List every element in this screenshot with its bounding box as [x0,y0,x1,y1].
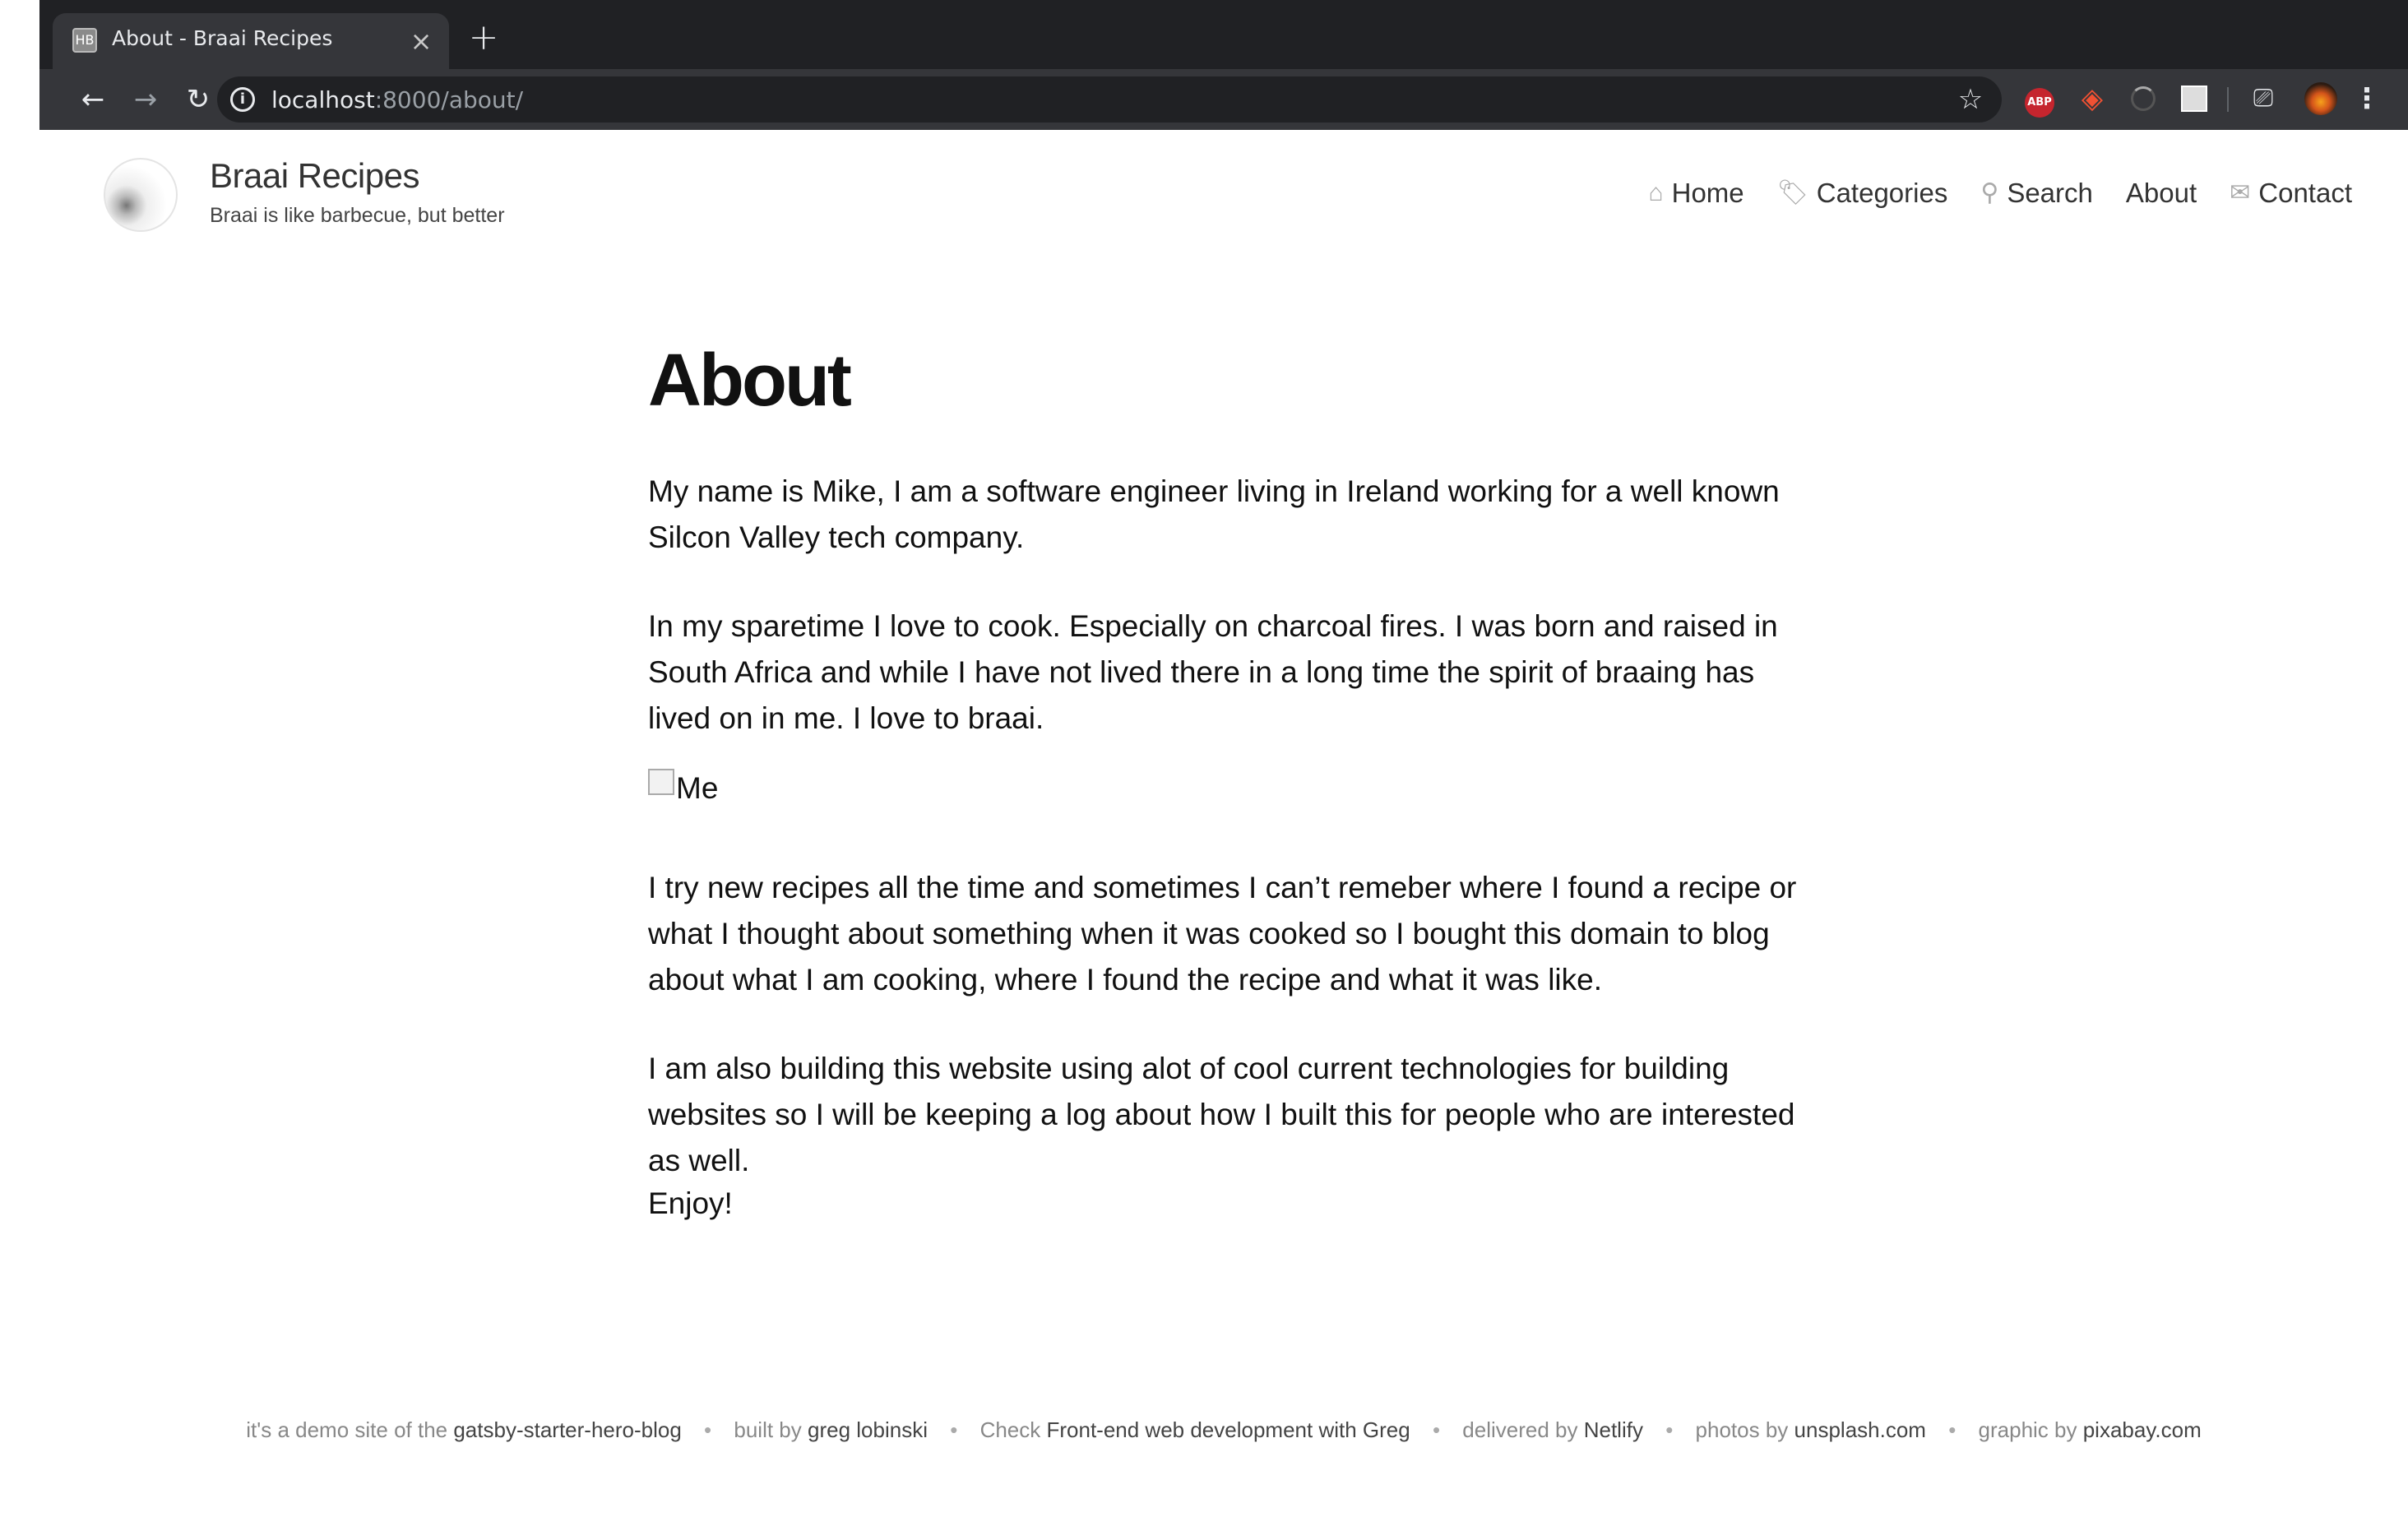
paragraph: In my sparetime I love to cook. Especial… [648,609,1778,735]
footer-text: it's a demo site of the [246,1417,454,1442]
new-tab-button[interactable]: + [465,20,502,56]
nav-search-label: Search [2007,178,2093,208]
footer-separator: • [1948,1417,1956,1442]
tag-icon: 🏷︎ [1776,179,1808,206]
paragraph: Enjoy! [648,1186,733,1220]
site-subtitle: Braai is like barbecue, but better [210,204,505,227]
address-bar[interactable]: i localhost:8000/about/ ☆ [217,76,2002,123]
footer-link[interactable]: greg lobinski [808,1417,928,1442]
bookmark-star-icon[interactable]: ☆ [1952,81,1989,118]
footer-text: photos by [1695,1417,1794,1442]
footer-separator: • [1665,1417,1674,1442]
desktop-edge [0,0,39,132]
screen: HB About - Braai Recipes × + ← → ↻ i loc… [0,0,2408,1526]
paragraph: My name is Mike, I am a software enginee… [648,474,1780,554]
footer-link[interactable]: Front-end web development with Greg [1046,1417,1410,1442]
search-icon: ⚲ [1980,179,1999,206]
footer-link[interactable]: unsplash.com [1794,1417,1926,1442]
footer-separator: • [1432,1417,1441,1442]
browser-chrome: HB About - Braai Recipes × + ← → ↻ i loc… [39,0,2408,130]
adblock-extension-icon[interactable]: ABP [2021,81,2058,118]
footer-text: Check [979,1417,1047,1442]
back-arrow-icon[interactable]: ← [72,79,113,120]
browser-toolbar: ← → ↻ i localhost:8000/about/ ☆ ABP ◈ ⎚ … [39,69,2408,130]
nav-search[interactable]: ⚲ Search [1980,178,2093,209]
url-text[interactable]: localhost:8000/about/ [271,86,523,113]
broken-image: Me [648,769,719,806]
home-icon: ⌂ [1648,179,1664,206]
cast-icon[interactable]: ⎚ [2245,81,2281,117]
url-host: localhost [271,86,375,113]
site-title[interactable]: Braai Recipes [210,156,419,196]
site-logo[interactable] [104,158,178,232]
nav-categories-label: Categories [1816,178,1948,208]
tab-bar: HB About - Braai Recipes × + [39,0,2408,69]
article: About My name is Mike, I am a software e… [648,340,1816,1220]
profile-avatar[interactable] [2303,81,2339,117]
main-navigation: ⌂ Home 🏷︎ Categories ⚲ Search About ✉ Co… [1648,178,2352,209]
close-tab-icon[interactable]: × [406,26,436,56]
nav-contact-label: Contact [2258,178,2352,208]
browser-tab[interactable]: HB About - Braai Recipes × [53,13,449,69]
loading-extension-icon[interactable] [2125,81,2161,117]
tab-title: About - Braai Recipes [112,26,333,50]
footer-link[interactable]: gatsby-starter-hero-blog [453,1417,681,1442]
browser-menu-icon[interactable]: ⋮ [2349,81,2385,117]
reload-icon[interactable]: ↻ [178,79,219,120]
tab-favicon-icon: HB [72,28,97,53]
footer-separator: • [704,1417,712,1442]
adblock-badge: ABP [2025,88,2054,118]
nav-home[interactable]: ⌂ Home [1648,178,1743,209]
nav-categories[interactable]: 🏷︎ Categories [1777,178,1948,209]
page-title: About [648,340,852,422]
image-extension-icon[interactable] [2176,81,2212,117]
footer-text: graphic by [1978,1417,2083,1442]
footer-link[interactable]: Netlify [1584,1417,1643,1442]
nav-contact[interactable]: ✉ Contact [2230,178,2352,209]
paragraph: I try new recipes all the time and somet… [648,871,1797,997]
site-info-icon[interactable]: i [230,87,255,112]
footer-text: built by [734,1417,808,1442]
paragraph: I am also building this website using al… [648,1052,1795,1177]
git-extension-icon[interactable]: ◈ [2074,81,2110,117]
footer-separator: • [950,1417,958,1442]
nav-about-label: About [2125,178,2197,208]
forward-arrow-icon[interactable]: → [125,79,166,120]
nav-home-label: Home [1671,178,1744,208]
footer-link[interactable]: pixabay.com [2083,1417,2202,1442]
website: Braai Recipes Braai is like barbecue, bu… [39,130,2408,1526]
url-path: :8000/about/ [374,86,524,113]
footer: it's a demo site of the gatsby-starter-h… [39,1417,2408,1443]
toolbar-divider [2227,87,2229,112]
envelope-icon: ✉ [2230,179,2251,206]
footer-text: delivered by [1462,1417,1584,1442]
nav-about[interactable]: About [2126,178,2197,209]
image-alt-text: Me [676,771,719,805]
broken-image-icon [648,769,674,795]
